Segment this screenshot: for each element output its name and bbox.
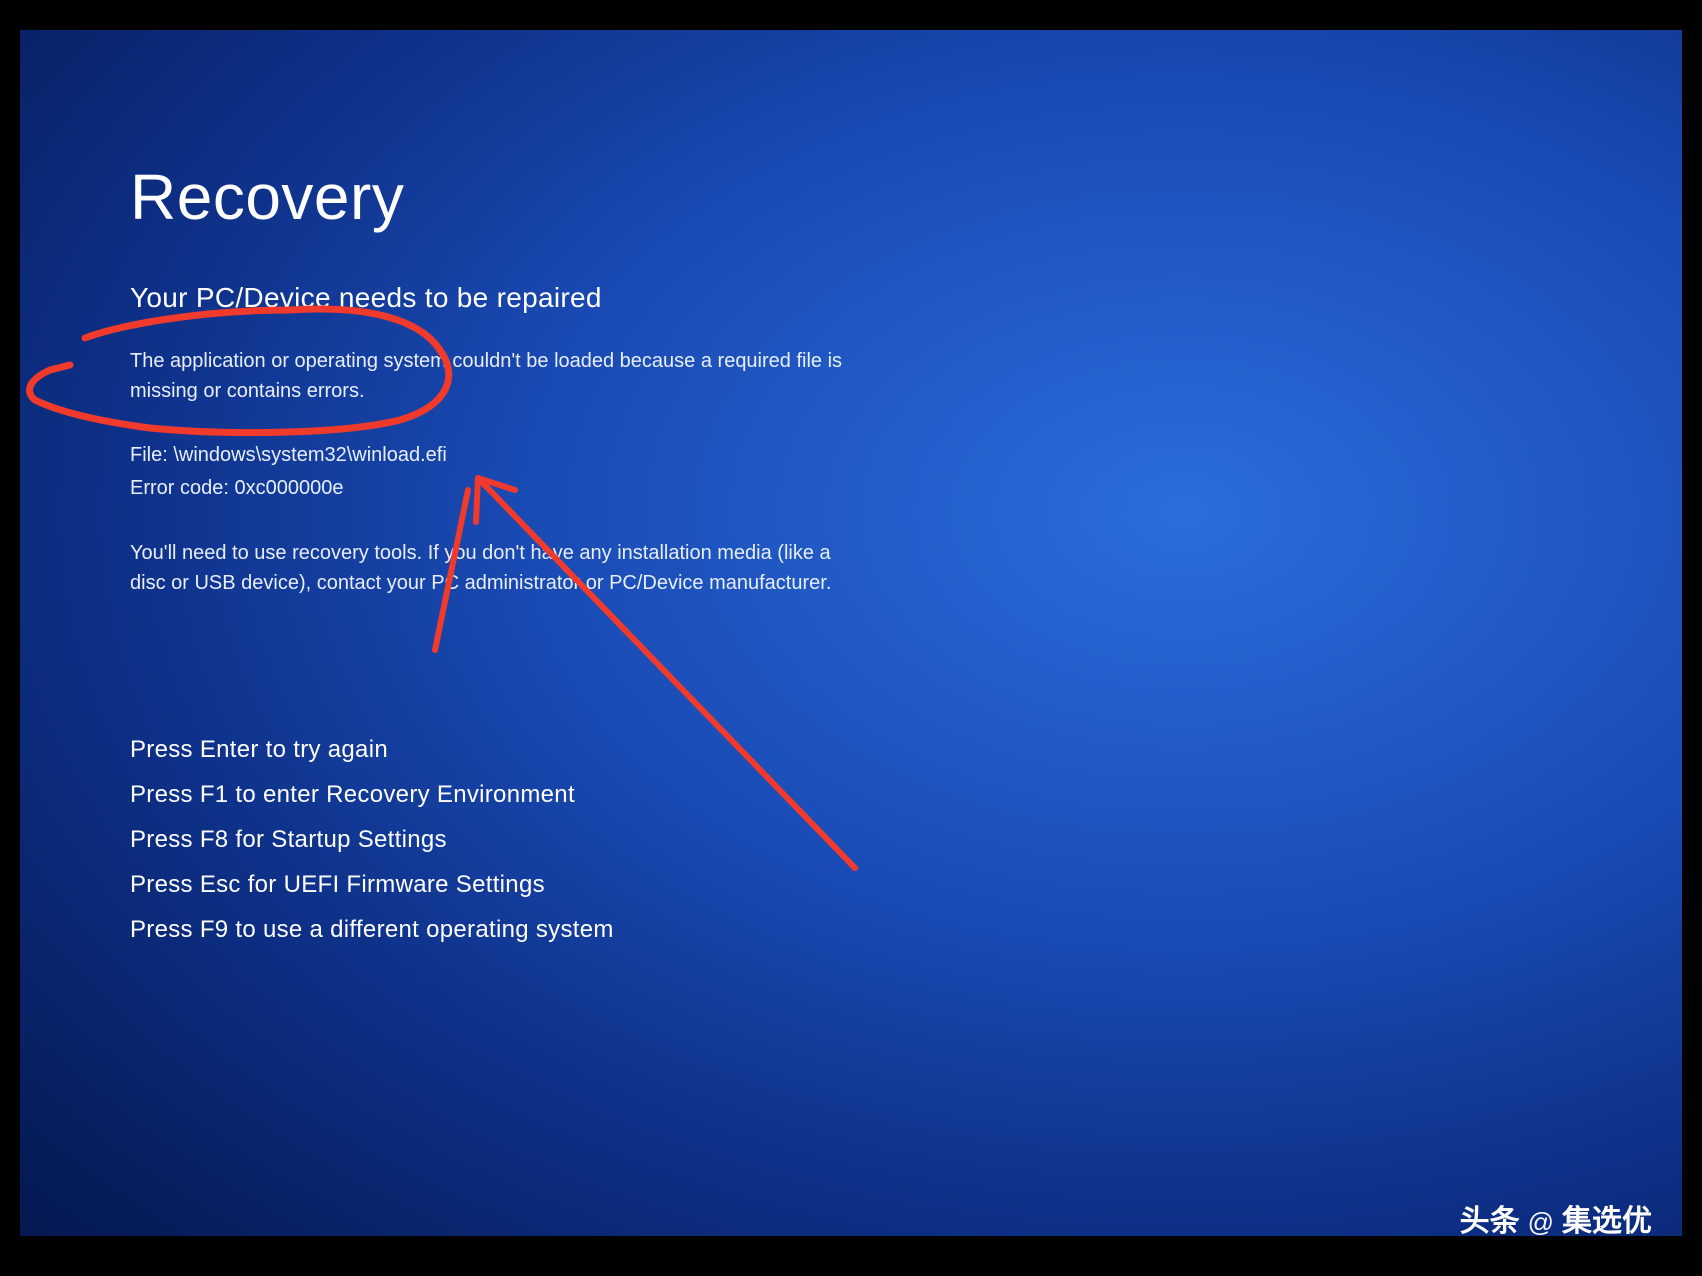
- watermark-at: @: [1528, 1207, 1554, 1238]
- error-code-info: Error code: 0xc000000e: [130, 477, 1682, 500]
- option-enter: Press Enter to try again: [130, 728, 1682, 772]
- option-f1: Press F1 to enter Recovery Environment: [130, 773, 1682, 817]
- file-info: File: \windows\system32\winload.efi: [130, 444, 1682, 467]
- recovery-instructions: You'll need to use recovery tools. If yo…: [130, 538, 870, 598]
- error-code-label: Error code:: [130, 477, 234, 499]
- file-label: File:: [130, 444, 173, 466]
- file-path: \windows\system32\winload.efi: [173, 444, 446, 466]
- watermark-brand: 头条: [1460, 1196, 1520, 1240]
- option-f8: Press F8 for Startup Settings: [130, 818, 1682, 862]
- page-title: Recovery: [130, 160, 1682, 234]
- watermark: 头条 @ 集选优: [1460, 1196, 1652, 1240]
- option-f9: Press F9 to use a different operating sy…: [130, 908, 1682, 952]
- boot-options: Press Enter to try again Press F1 to ent…: [130, 728, 1682, 952]
- watermark-author: 集选优: [1562, 1196, 1652, 1240]
- error-description: The application or operating system coul…: [130, 346, 850, 406]
- option-esc: Press Esc for UEFI Firmware Settings: [130, 863, 1682, 907]
- error-code: 0xc000000e: [234, 477, 343, 499]
- recovery-screen: Recovery Your PC/Device needs to be repa…: [20, 30, 1682, 1236]
- subtitle: Your PC/Device needs to be repaired: [130, 282, 1682, 314]
- screen-wrapper: Recovery Your PC/Device needs to be repa…: [0, 0, 1702, 1276]
